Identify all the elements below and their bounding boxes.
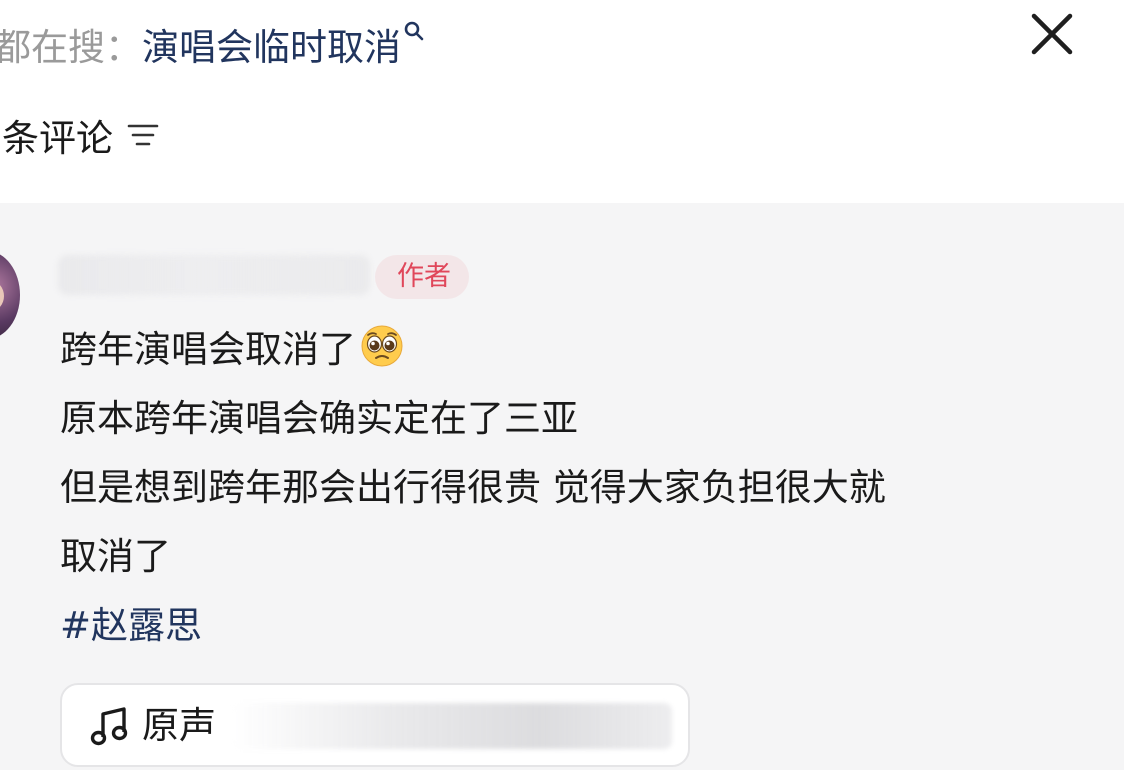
avatar[interactable] (0, 251, 20, 339)
sort-filter-icon[interactable] (125, 117, 161, 153)
comment-card: 作者 跨年演唱会取消了 原本跨年演唱会确实定在了三亚 但是想到跨年那会出行得很贵… (0, 203, 1124, 770)
search-icon[interactable] (403, 20, 427, 50)
music-note-icon (90, 706, 130, 748)
trending-search-query[interactable]: 演唱会临时取消 (142, 17, 401, 71)
comment-line-text: 跨年演唱会取消了 (60, 328, 356, 371)
comments-count-label: 条评论 (2, 117, 113, 160)
original-sound-chip[interactable]: 原声 (60, 683, 690, 767)
comment-line: 跨年演唱会取消了 (60, 315, 1100, 384)
close-icon (1031, 13, 1073, 55)
comment-line: 原本跨年演唱会确实定在了三亚 (60, 397, 578, 440)
comment-line: 取消了 (60, 535, 171, 578)
close-button[interactable] (1024, 6, 1080, 62)
sound-label: 原声 (142, 704, 216, 747)
comment-line: 但是想到跨年那会出行得很贵 觉得大家负担很大就 (60, 466, 886, 509)
pleading-face-emoji (360, 321, 404, 367)
search-prefix-label: 都在搜： (0, 26, 142, 69)
trending-search-bar[interactable]: 都在搜： 演唱会临时取消 (0, 14, 427, 74)
comments-header: 条评论 (0, 108, 161, 162)
username-redacted[interactable] (58, 255, 370, 295)
author-badge: 作者 (375, 255, 469, 299)
sound-title-redacted (232, 703, 672, 749)
comment-text: 跨年演唱会取消了 原本跨年演唱会确实定在了三亚 但是想到跨年那会出行得很贵 觉得… (60, 315, 1100, 660)
avatar-face (0, 281, 4, 311)
hashtag-link[interactable]: #赵露思 (60, 591, 1100, 660)
